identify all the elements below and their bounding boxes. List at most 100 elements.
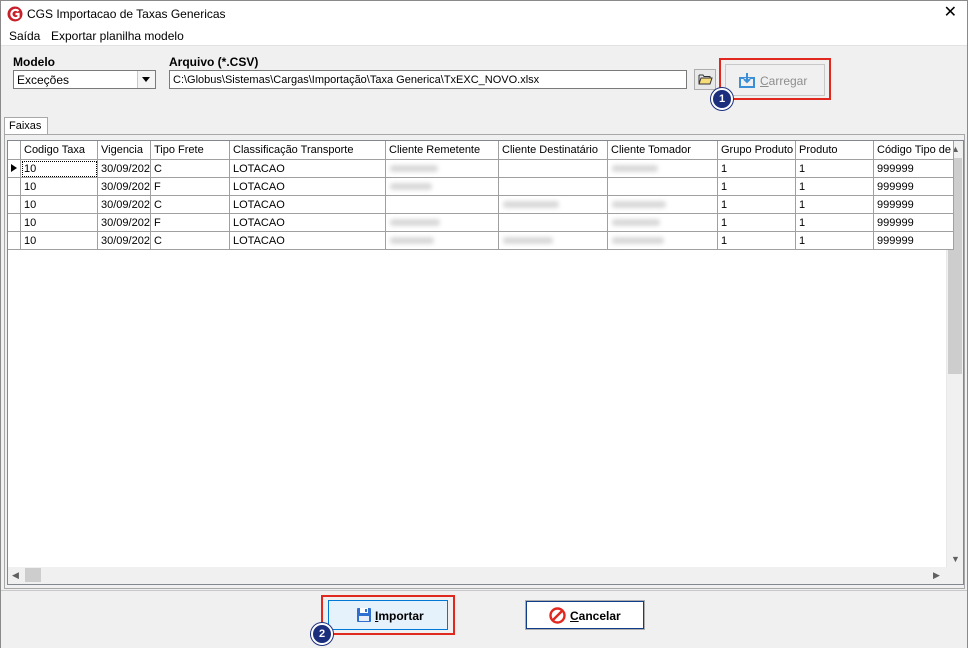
table-cell[interactable] xyxy=(386,214,499,232)
importar-button[interactable]: Importar xyxy=(328,600,448,630)
column-header-2[interactable]: Tipo Frete xyxy=(151,141,230,160)
column-header-4[interactable]: Cliente Remetente xyxy=(386,141,499,160)
table-cell[interactable]: C xyxy=(151,196,230,214)
table-cell[interactable]: 10 xyxy=(21,160,98,178)
table-cell[interactable]: F xyxy=(151,214,230,232)
table-cell[interactable] xyxy=(499,232,608,250)
table-cell[interactable]: 30/09/202 xyxy=(98,232,151,250)
table-cell[interactable]: C xyxy=(151,160,230,178)
callout-badge-1: 1 xyxy=(711,88,733,110)
table-cell[interactable] xyxy=(499,196,608,214)
window-title: CGS Importacao de Taxas Genericas xyxy=(27,7,226,21)
carregar-button[interactable]: Carregar xyxy=(725,64,825,96)
table-cell[interactable] xyxy=(608,214,718,232)
table-cell[interactable]: 10 xyxy=(21,214,98,232)
table-cell[interactable]: 10 xyxy=(21,178,98,196)
table-cell[interactable]: 999999 xyxy=(874,160,954,178)
column-header-7[interactable]: Grupo Produto xyxy=(718,141,796,160)
row-header[interactable] xyxy=(8,214,21,232)
scroll-right-arrow-icon[interactable]: ▶ xyxy=(933,570,940,581)
table-cell[interactable]: LOTACAO xyxy=(230,232,386,250)
redacted-text xyxy=(390,183,432,190)
table-cell[interactable]: LOTACAO xyxy=(230,196,386,214)
modelo-label: Modelo xyxy=(13,55,55,69)
menu-bar: Saída Exportar planilha modelo xyxy=(1,27,967,46)
column-header-9[interactable]: Código Tipo de xyxy=(874,141,954,160)
scroll-down-arrow-icon[interactable]: ▼ xyxy=(951,554,960,564)
table-cell[interactable]: LOTACAO xyxy=(230,214,386,232)
column-header-0[interactable]: Codigo Taxa xyxy=(21,141,98,160)
redacted-text xyxy=(503,237,553,244)
arquivo-label: Arquivo (*.CSV) xyxy=(169,55,259,69)
close-icon[interactable]: ✕ xyxy=(944,4,957,22)
faixas-data-grid[interactable]: ▲ ▼ ◀ ▶ Codigo Taxa Vigencia Tipo Frete Cla… xyxy=(7,140,964,585)
scroll-left-arrow-icon[interactable]: ◀ xyxy=(12,570,19,581)
main-window: CGS Importacao de Taxas Genericas ✕ Saíd… xyxy=(0,0,968,648)
table-cell[interactable]: 30/09/202 xyxy=(98,214,151,232)
table-cell[interactable] xyxy=(499,178,608,196)
redacted-text xyxy=(612,237,664,244)
tab-faixas[interactable]: Faixas xyxy=(4,117,48,134)
table-cell[interactable] xyxy=(499,214,608,232)
table-cell[interactable]: 999999 xyxy=(874,196,954,214)
table-cell[interactable]: 1 xyxy=(796,196,874,214)
table-cell[interactable] xyxy=(608,178,718,196)
row-header[interactable] xyxy=(8,196,21,214)
column-header-5[interactable]: Cliente Destinatário xyxy=(499,141,608,160)
column-header-1[interactable]: Vigencia xyxy=(98,141,151,160)
table-cell[interactable]: 10 xyxy=(21,196,98,214)
row-header[interactable] xyxy=(8,178,21,196)
redacted-text xyxy=(390,165,438,172)
table-cell[interactable]: 1 xyxy=(718,178,796,196)
bottom-button-bar: Importar 2 Cancelar xyxy=(1,590,967,648)
table-cell[interactable]: 1 xyxy=(718,214,796,232)
table-cell[interactable]: F xyxy=(151,178,230,196)
table-cell[interactable]: 30/09/202 xyxy=(98,160,151,178)
horizontal-scrollbar[interactable]: ◀ ▶ xyxy=(8,567,963,584)
modelo-select[interactable]: Exceções xyxy=(13,70,156,89)
carregar-label: Carregar xyxy=(760,74,808,88)
table-cell[interactable]: 30/09/202 xyxy=(98,196,151,214)
arquivo-path-input[interactable] xyxy=(169,70,687,89)
tab-faixas-label: Faixas xyxy=(9,120,42,132)
row-header[interactable] xyxy=(8,232,21,250)
table-cell[interactable]: 1 xyxy=(796,214,874,232)
table-cell[interactable]: 1 xyxy=(718,232,796,250)
table-cell[interactable]: 30/09/202 xyxy=(98,178,151,196)
table-cell[interactable]: 999999 xyxy=(874,232,954,250)
grid-corner-header xyxy=(8,141,21,160)
table-cell[interactable]: LOTACAO xyxy=(230,178,386,196)
horizontal-scroll-thumb[interactable] xyxy=(25,568,41,582)
cancelar-button[interactable]: Cancelar xyxy=(525,600,645,630)
table-cell[interactable]: 999999 xyxy=(874,178,954,196)
table-cell[interactable] xyxy=(608,232,718,250)
current-row-arrow-icon xyxy=(11,164,17,172)
table-cell[interactable]: C xyxy=(151,232,230,250)
table-cell[interactable] xyxy=(608,160,718,178)
table-cell[interactable]: 1 xyxy=(718,196,796,214)
redacted-text xyxy=(612,219,660,226)
column-header-6[interactable]: Cliente Tomador xyxy=(608,141,718,160)
table-cell[interactable]: 1 xyxy=(796,232,874,250)
column-header-8[interactable]: Produto xyxy=(796,141,874,160)
chevron-down-icon[interactable] xyxy=(137,71,155,88)
table-cell[interactable]: 10 xyxy=(21,232,98,250)
table-cell[interactable]: 1 xyxy=(796,160,874,178)
table-cell[interactable] xyxy=(386,196,499,214)
table-cell[interactable]: 1 xyxy=(796,178,874,196)
browse-file-button[interactable] xyxy=(694,69,716,90)
row-header[interactable] xyxy=(8,160,21,178)
column-header-3[interactable]: Classificação Transporte xyxy=(230,141,386,160)
download-tray-icon xyxy=(739,73,755,88)
table-cell[interactable] xyxy=(386,178,499,196)
table-cell[interactable] xyxy=(386,232,499,250)
table-cell[interactable]: 1 xyxy=(718,160,796,178)
table-cell[interactable] xyxy=(386,160,499,178)
menu-saida[interactable]: Saída xyxy=(9,29,40,43)
table-cell[interactable] xyxy=(499,160,608,178)
cancel-prohibited-icon xyxy=(549,607,566,624)
table-cell[interactable]: 999999 xyxy=(874,214,954,232)
table-cell[interactable]: LOTACAO xyxy=(230,160,386,178)
table-cell[interactable] xyxy=(608,196,718,214)
menu-exportar-planilha-modelo[interactable]: Exportar planilha modelo xyxy=(51,29,184,43)
